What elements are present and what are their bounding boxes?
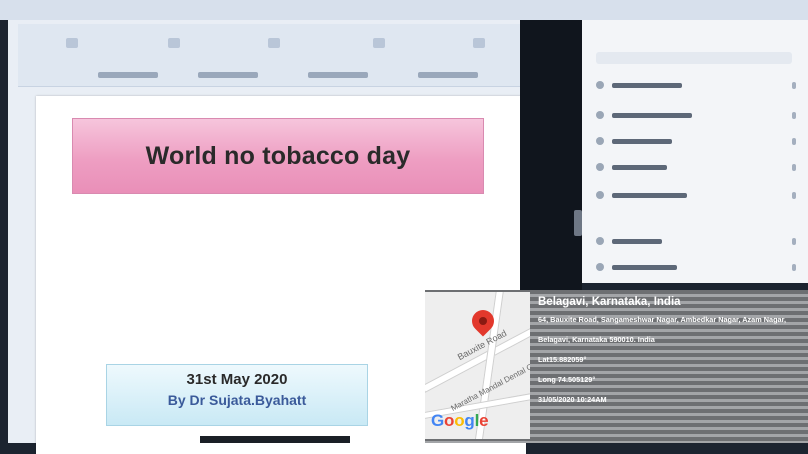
toolbar-icon[interactable] — [268, 38, 280, 48]
geotag-city: Belagavi, Karnataka, India — [538, 296, 681, 308]
ribbon-tab[interactable] — [418, 72, 478, 78]
participant-name — [612, 192, 687, 198]
geotag-details: Belagavi, Karnataka, India 64, Bauxite R… — [538, 296, 806, 416]
participant-search-input[interactable] — [596, 52, 792, 64]
avatar — [596, 237, 604, 245]
geotag-address-2: Belagavi, Karnataka 590010. India — [538, 335, 655, 344]
location-pin-dot — [479, 317, 487, 325]
mic-icon[interactable] — [792, 237, 796, 245]
participant-row[interactable] — [596, 134, 796, 148]
geotag-address-1: 64, Bauxite Road, Sangameshwar Nagar, Am… — [538, 315, 787, 324]
slide-date: 31st May 2020 — [186, 371, 288, 388]
toolbar-icon[interactable] — [473, 38, 485, 48]
avatar — [596, 111, 604, 119]
mic-icon[interactable] — [792, 81, 796, 89]
participant-row[interactable] — [596, 188, 796, 202]
slide-title-box: World no tobacco day — [72, 118, 484, 194]
collapse-handle[interactable] — [574, 210, 582, 236]
location-map: Bauxite Road Maratha Mandal Dental Colle… — [425, 292, 530, 439]
ribbon-toolbar — [18, 24, 528, 87]
mic-icon[interactable] — [792, 163, 796, 171]
slide-author: By Dr Sujata.Byahatt — [167, 392, 307, 408]
participant-row[interactable] — [596, 78, 796, 92]
ribbon-tab[interactable] — [198, 72, 258, 78]
participant-row[interactable] — [596, 260, 796, 274]
participant-name — [612, 138, 672, 144]
avatar — [596, 81, 604, 89]
app-menubar — [0, 0, 808, 20]
participant-row[interactable] — [596, 234, 796, 248]
ribbon-tab[interactable] — [98, 72, 158, 78]
mic-icon[interactable] — [792, 137, 796, 145]
geotag-datetime: 31/05/2020 10:24AM — [538, 395, 607, 404]
bottom-bar — [200, 436, 350, 443]
avatar — [596, 163, 604, 171]
participant-name — [612, 238, 662, 244]
slide-title: World no tobacco day — [145, 141, 411, 170]
participant-name — [612, 264, 677, 270]
toolbar-icon[interactable] — [66, 38, 78, 48]
mic-icon[interactable] — [792, 111, 796, 119]
toolbar-icon[interactable] — [373, 38, 385, 48]
slide-date-box: 31st May 2020 By Dr Sujata.Byahatt — [106, 364, 368, 426]
toolbar-icon[interactable] — [168, 38, 180, 48]
participant-name — [612, 112, 692, 118]
ribbon-tab[interactable] — [308, 72, 368, 78]
participant-row[interactable] — [596, 108, 796, 122]
avatar — [596, 191, 604, 199]
mic-icon[interactable] — [792, 191, 796, 199]
google-logo: Google — [431, 411, 489, 430]
geotag-lat: Lat15.882059° — [538, 355, 587, 364]
mic-icon[interactable] — [792, 263, 796, 271]
geotag-long: Long 74.505129° — [538, 375, 596, 384]
avatar — [596, 137, 604, 145]
participant-name — [612, 82, 682, 88]
participant-name — [612, 164, 667, 170]
participant-row[interactable] — [596, 160, 796, 174]
avatar — [596, 263, 604, 271]
participants-panel — [582, 20, 808, 283]
